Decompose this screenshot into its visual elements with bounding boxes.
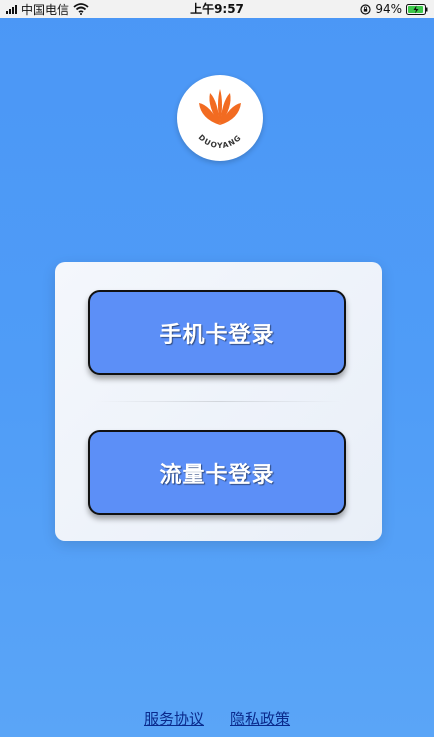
status-bar: 中国电信 上午9:57 94% [0,0,434,18]
svg-text:DUOYANG: DUOYANG [197,133,244,150]
footer-links: 服务协议 隐私政策 [0,708,434,730]
battery-percent: 94% [375,2,402,16]
phone-card-login-label: 手机卡登录 [159,322,275,348]
divider [95,401,342,402]
logo-text: DUOYANG [197,133,242,150]
duoyang-logo-icon: DUOYANG [197,89,244,150]
app-logo: DUOYANG [177,75,263,161]
rotation-lock-icon [360,3,371,15]
phone-card-login-button[interactable]: 手机卡登录 [88,290,346,375]
data-card-login-label: 流量卡登录 [159,462,275,488]
status-bar-right: 94% [360,0,428,18]
service-agreement-link[interactable]: 服务协议 [144,708,204,730]
login-card: 手机卡登录 流量卡登录 [55,262,382,541]
data-card-login-button[interactable]: 流量卡登录 [88,430,346,515]
battery-charging-icon [406,3,428,15]
privacy-policy-link[interactable]: 隐私政策 [230,708,290,730]
